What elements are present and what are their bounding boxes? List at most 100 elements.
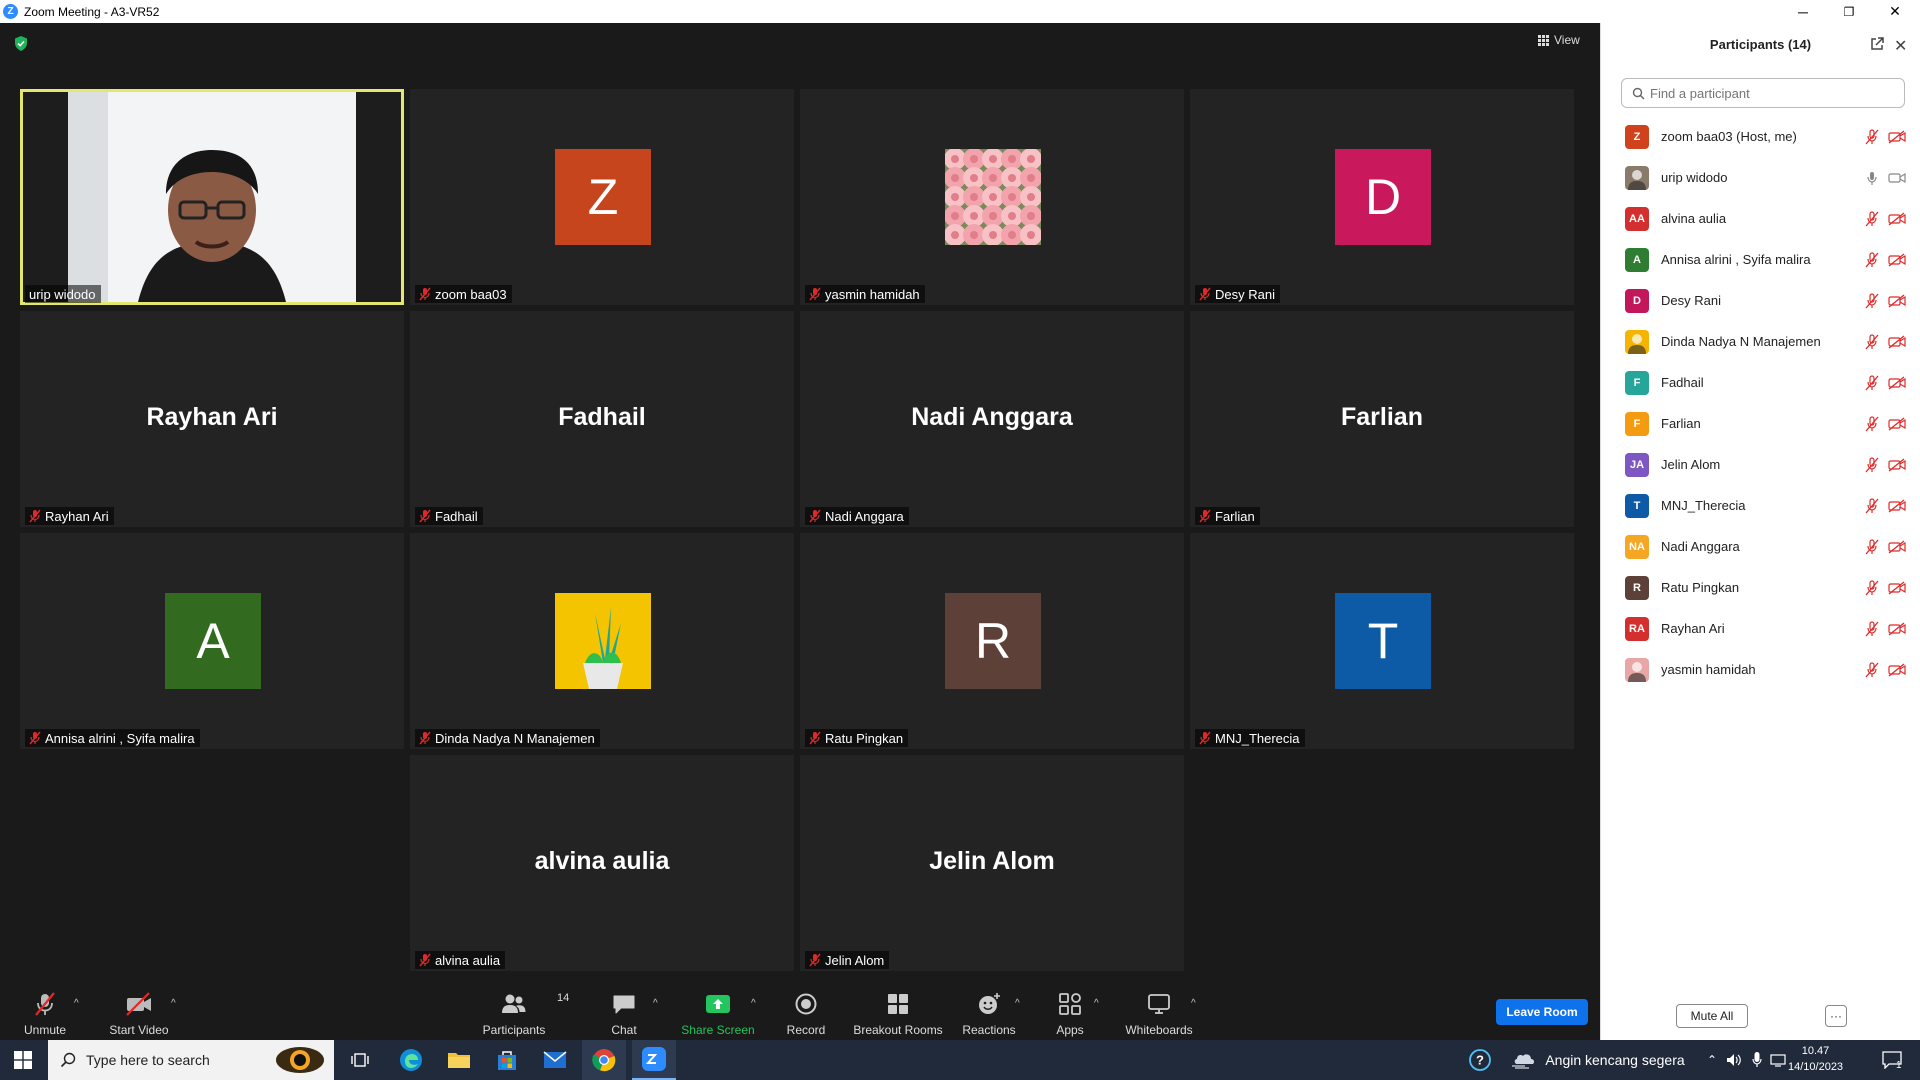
video-off-icon[interactable] <box>1888 252 1906 267</box>
record-button[interactable]: Record <box>776 980 836 1040</box>
video-tile[interactable]: D Desy Rani <box>1190 89 1574 305</box>
weather-widget[interactable]: Angin kencang segera <box>1510 1040 1686 1080</box>
view-button[interactable]: View <box>1538 33 1580 47</box>
microphone-icon[interactable] <box>1748 1040 1766 1080</box>
video-options-caret[interactable]: ^ <box>171 998 176 1009</box>
video-off-icon[interactable] <box>1888 621 1906 636</box>
video-off-icon[interactable] <box>1888 293 1906 308</box>
video-off-icon[interactable] <box>1888 416 1906 431</box>
apps-button[interactable]: Apps <box>1044 980 1096 1040</box>
participant-row[interactable]: A Annisa alrini , Syifa malira <box>1601 239 1920 280</box>
video-camera-icon[interactable] <box>1888 171 1906 185</box>
mic-muted-icon[interactable] <box>1865 333 1879 350</box>
mute-all-button[interactable]: Mute All <box>1676 1004 1748 1028</box>
chrome-button[interactable] <box>582 1040 626 1080</box>
reactions-options-caret[interactable]: ^ <box>1015 998 1020 1009</box>
chat-button[interactable]: Chat <box>594 980 654 1040</box>
mic-muted-icon[interactable] <box>1865 538 1879 555</box>
reactions-button[interactable]: Reactions <box>956 980 1022 1040</box>
video-tile[interactable]: Fadhail Fadhail <box>410 311 794 527</box>
participant-row[interactable]: F Fadhail <box>1601 362 1920 403</box>
video-tile[interactable]: R Ratu Pingkan <box>800 533 1184 749</box>
video-tile[interactable]: Rayhan Ari Rayhan Ari <box>20 311 404 527</box>
participant-row[interactable]: NA Nadi Anggara <box>1601 526 1920 567</box>
task-view-button[interactable] <box>340 1040 380 1080</box>
video-tile[interactable]: Farlian Farlian <box>1190 311 1574 527</box>
participants-button[interactable]: 14 Participants <box>474 980 570 1040</box>
video-off-icon[interactable] <box>1888 211 1906 226</box>
participant-row[interactable]: T MNJ_Therecia <box>1601 485 1920 526</box>
video-off-icon[interactable] <box>1888 375 1906 390</box>
participant-row[interactable]: Dinda Nadya N Manajemen <box>1601 321 1920 362</box>
file-explorer-button[interactable] <box>438 1040 480 1080</box>
mic-muted-icon[interactable] <box>1865 497 1879 514</box>
close-window-button[interactable]: ✕ <box>1872 0 1918 23</box>
mic-muted-icon[interactable] <box>1865 415 1879 432</box>
edge-browser-button[interactable] <box>390 1040 432 1080</box>
whiteboards-options-caret[interactable]: ^ <box>1191 998 1196 1009</box>
network-icon[interactable] <box>1768 1040 1788 1080</box>
video-tile[interactable]: Jelin Alom Jelin Alom <box>800 755 1184 971</box>
zoom-taskbar-button[interactable] <box>632 1040 676 1080</box>
mic-muted-icon[interactable] <box>1865 128 1879 145</box>
restore-button[interactable]: ❐ <box>1826 0 1872 23</box>
participant-row[interactable]: F Farlian <box>1601 403 1920 444</box>
mic-muted-icon[interactable] <box>1865 374 1879 391</box>
help-button[interactable]: ? <box>1466 1040 1494 1080</box>
mail-button[interactable] <box>534 1040 576 1080</box>
video-off-icon[interactable] <box>1888 129 1906 144</box>
participant-row[interactable]: yasmin hamidah <box>1601 649 1920 690</box>
video-off-icon[interactable] <box>1888 580 1906 595</box>
close-panel-icon[interactable]: ✕ <box>1894 36 1907 56</box>
video-tile[interactable]: Nadi Anggara Nadi Anggara <box>800 311 1184 527</box>
audio-options-caret[interactable]: ^ <box>74 998 79 1009</box>
participant-search[interactable] <box>1621 78 1905 108</box>
video-tile[interactable]: yasmin hamidah <box>800 89 1184 305</box>
start-video-button[interactable]: Start Video <box>100 980 178 1040</box>
share-options-caret[interactable]: ^ <box>751 998 756 1009</box>
pop-out-icon[interactable] <box>1870 37 1884 51</box>
participant-row[interactable]: JA Jelin Alom <box>1601 444 1920 485</box>
unmute-button[interactable]: Unmute <box>14 980 76 1040</box>
video-off-icon[interactable] <box>1888 457 1906 472</box>
speaker-icon[interactable] <box>1724 1040 1744 1080</box>
more-options-button[interactable]: ··· <box>1825 1005 1847 1027</box>
mic-muted-icon[interactable] <box>1865 292 1879 309</box>
participant-row[interactable]: R Ratu Pingkan <box>1601 567 1920 608</box>
participant-row[interactable]: D Desy Rani <box>1601 280 1920 321</box>
notification-center-button[interactable]: 1 <box>1872 1040 1912 1080</box>
video-tile[interactable]: alvina aulia alvina aulia <box>410 755 794 971</box>
mic-muted-icon[interactable] <box>1865 661 1879 678</box>
whiteboards-button[interactable]: Whiteboards <box>1120 980 1198 1040</box>
mic-muted-icon[interactable] <box>1865 579 1879 596</box>
participant-row[interactable]: urip widodo <box>1601 157 1920 198</box>
taskbar-search-box[interactable]: Type here to search <box>48 1040 334 1080</box>
participant-row[interactable]: RA Rayhan Ari <box>1601 608 1920 649</box>
system-clock[interactable]: 10.47 14/10/2023 <box>1788 1043 1843 1075</box>
video-tile[interactable]: urip widodo <box>20 89 404 305</box>
microphone-icon[interactable] <box>1865 170 1879 186</box>
video-tile[interactable]: T MNJ_Therecia <box>1190 533 1574 749</box>
apps-options-caret[interactable]: ^ <box>1094 998 1099 1009</box>
show-hidden-icons-chevron-icon[interactable]: ⌃ <box>1704 1040 1720 1080</box>
mic-muted-icon[interactable] <box>1865 210 1879 227</box>
windows-start-button[interactable] <box>0 1040 46 1080</box>
video-tile[interactable]: Zzoom baa03 <box>410 89 794 305</box>
mic-muted-icon[interactable] <box>1865 456 1879 473</box>
video-off-icon[interactable] <box>1888 334 1906 349</box>
leave-room-button[interactable]: Leave Room <box>1496 999 1588 1025</box>
microsoft-store-button[interactable] <box>486 1040 528 1080</box>
breakout-rooms-button[interactable]: Breakout Rooms <box>850 980 946 1040</box>
minimize-button[interactable]: ─ <box>1780 0 1826 23</box>
mic-muted-icon[interactable] <box>1865 620 1879 637</box>
video-tile[interactable]: Dinda Nadya N Manajemen <box>410 533 794 749</box>
chat-options-caret[interactable]: ^ <box>653 998 658 1009</box>
participant-row[interactable]: AA alvina aulia <box>1601 198 1920 239</box>
mic-muted-icon[interactable] <box>1865 251 1879 268</box>
video-off-icon[interactable] <box>1888 539 1906 554</box>
video-off-icon[interactable] <box>1888 498 1906 513</box>
video-off-icon[interactable] <box>1888 662 1906 677</box>
share-screen-button[interactable]: Share Screen <box>678 980 758 1040</box>
security-shield-icon[interactable] <box>14 36 28 51</box>
participant-row[interactable]: Zzoom baa03 (Host, me) <box>1601 116 1920 157</box>
